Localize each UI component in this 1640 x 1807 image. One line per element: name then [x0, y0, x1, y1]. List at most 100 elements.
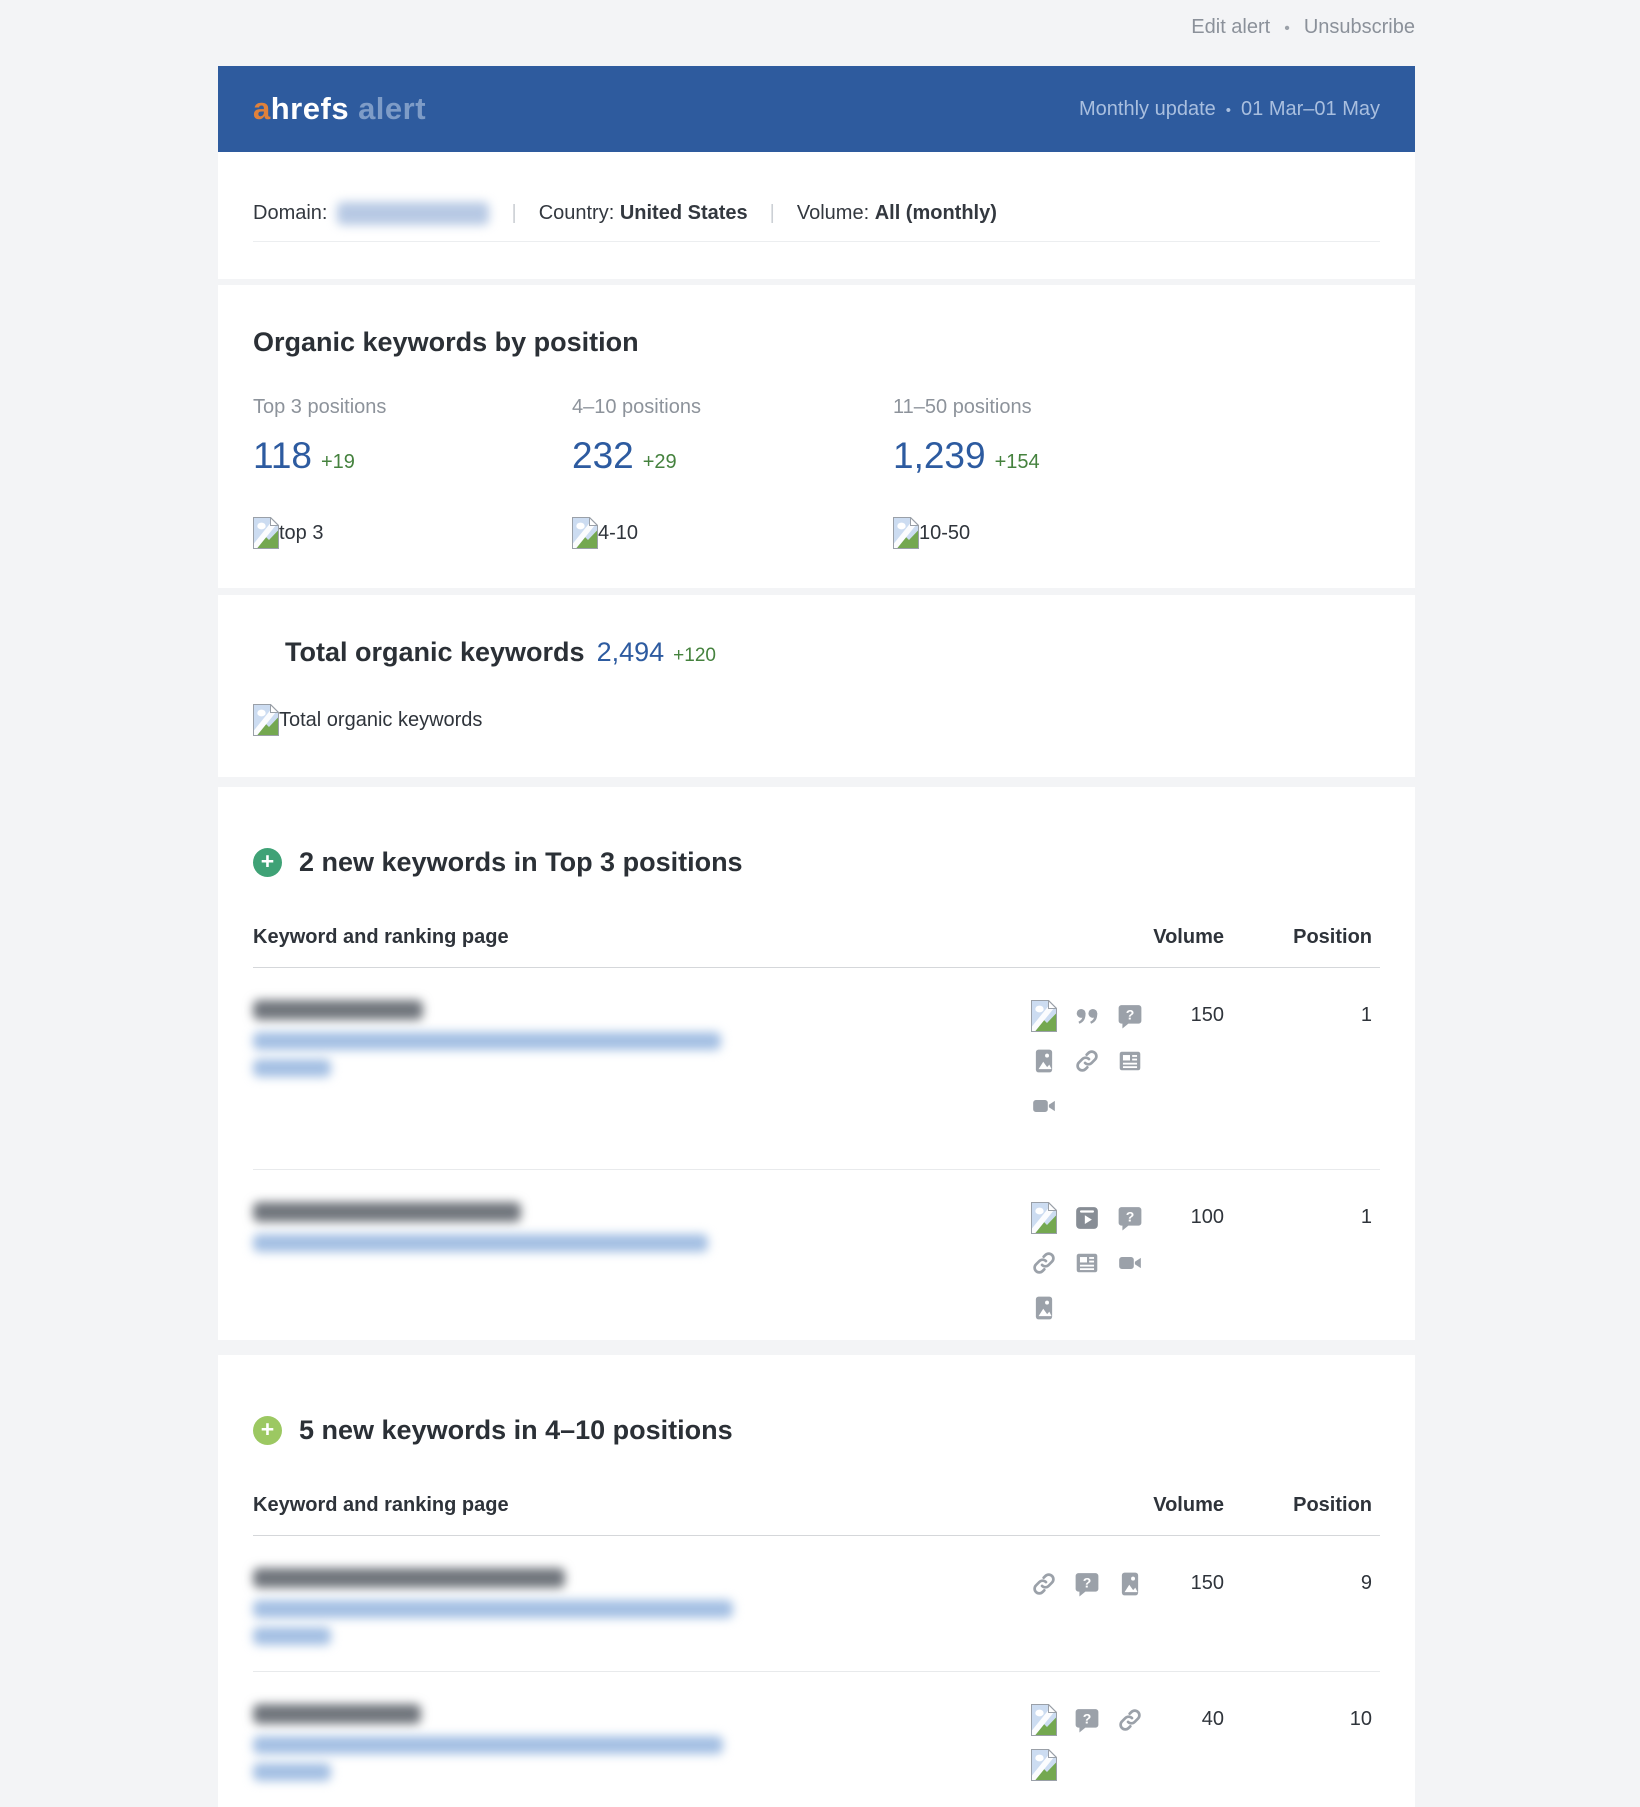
col-keyword: Keyword and ranking page [253, 926, 1030, 949]
volume-value: All (monthly) [875, 202, 997, 225]
question-bubble-icon: ? [1116, 1202, 1144, 1234]
report-period: Monthly update•01 Mar–01 May [1079, 98, 1380, 121]
redacted-domain [337, 202, 489, 225]
header-bar: ahrefs alert Monthly update•01 Mar–01 May [218, 66, 1415, 152]
position-value: 9 [1224, 1568, 1380, 1645]
plus-circle-icon: + [253, 1416, 282, 1445]
total-keywords-card: Total organic keywords2,494+120 Total or… [218, 595, 1415, 777]
section-heading: + 5 new keywords in 4–10 positions [253, 1355, 1380, 1446]
divider: | [511, 202, 516, 225]
redacted-ranking-url[interactable] [253, 1736, 723, 1754]
col-keyword: Keyword and ranking page [253, 1494, 1030, 1517]
stat-label: 4–10 positions [572, 396, 893, 419]
table-row: ? 150 9 [253, 1536, 1380, 1671]
stat-delta: +154 [995, 451, 1040, 473]
redacted-ranking-url[interactable] [253, 1234, 708, 1252]
missing-image-icon [1030, 1704, 1058, 1736]
volume-cell: ? 40 [1030, 1704, 1224, 1794]
broken-chart-total: Total organic keywords [253, 704, 1380, 736]
table-header: Keyword and ranking page Volume Position [253, 1494, 1380, 1536]
question-bubble-icon: ? [1073, 1568, 1101, 1600]
section-title: Organic keywords by position [253, 327, 1380, 358]
stat-label: Top 3 positions [253, 396, 572, 419]
section-heading: + 2 new keywords in Top 3 positions [253, 787, 1380, 878]
country-label: Country: [539, 202, 615, 225]
position-stats: Top 3 positions 118 +19 4–10 positions 23… [253, 396, 1380, 477]
table-row: ? 150 1 [253, 968, 1380, 1169]
svg-text:?: ? [1126, 1006, 1135, 1022]
redacted-ranking-url[interactable] [253, 1763, 331, 1781]
video-camera-icon [1030, 1090, 1058, 1122]
svg-text:?: ? [1126, 1208, 1135, 1224]
position-value: 1 [1224, 1000, 1380, 1135]
volume-label: Volume: [797, 202, 869, 225]
keyword-cell [253, 1000, 1030, 1135]
table-row: ? 100 1 [253, 1169, 1380, 1371]
question-bubble-icon: ? [1116, 1000, 1144, 1032]
volume-cell: ? 150 [1030, 1000, 1224, 1135]
missing-image-icon [1030, 1749, 1058, 1781]
broken-chart-4-10: 4-10 [572, 517, 893, 549]
volume-cell: ? 150 [1030, 1568, 1224, 1645]
serp-features: ? [1030, 1202, 1168, 1337]
total-title: Total organic keywords [285, 637, 585, 667]
image-icon [1030, 1292, 1058, 1324]
section-heading-text: 5 new keywords in 4–10 positions [299, 1415, 733, 1446]
serp-features: ? [1030, 1000, 1168, 1135]
stat-delta: +19 [321, 451, 355, 473]
redacted-keyword [253, 1704, 421, 1724]
volume-value: 150 [1191, 1000, 1224, 1030]
keyword-cell [253, 1704, 1030, 1794]
chart-alt-text: 4-10 [598, 522, 638, 545]
section-heading-text: 2 new keywords in Top 3 positions [299, 847, 743, 878]
video-box-icon [1073, 1202, 1101, 1234]
report-meta-row: Domain: | Country: United States | Volum… [253, 152, 1380, 242]
link-icon [1030, 1568, 1058, 1600]
redacted-ranking-url[interactable] [253, 1032, 721, 1050]
plus-circle-icon: + [253, 848, 282, 877]
volume-value: 150 [1191, 1568, 1224, 1598]
redacted-keyword [253, 1568, 565, 1588]
image-icon [1030, 1045, 1058, 1077]
logo-letter-a: a [253, 91, 271, 126]
email-actions: Edit alert•Unsubscribe [218, 16, 1415, 39]
logo-alert: alert [358, 91, 426, 126]
col-position: Position [1224, 926, 1380, 949]
missing-image-icon [1030, 1000, 1058, 1032]
position-value: 1 [1224, 1202, 1380, 1337]
image-icon [1116, 1568, 1144, 1600]
redacted-ranking-url[interactable] [253, 1627, 331, 1645]
domain-label: Domain: [253, 202, 327, 225]
table-row: ? 40 10 [253, 1671, 1380, 1807]
stat-delta: +29 [643, 451, 677, 473]
link-icon [1116, 1704, 1144, 1736]
email-page: Edit alert•Unsubscribe ahrefs alert Month… [0, 0, 1640, 1807]
broken-chart-10-50: 10-50 [893, 517, 1380, 549]
redacted-ranking-url[interactable] [253, 1059, 331, 1077]
video-camera-icon [1116, 1247, 1144, 1279]
top3-keywords-card: + 2 new keywords in Top 3 positions Keyw… [218, 787, 1415, 1340]
volume-cell: ? 100 [1030, 1202, 1224, 1337]
link-icon [1030, 1247, 1058, 1279]
keyword-cell [253, 1568, 1030, 1645]
volume-value: 40 [1202, 1704, 1224, 1734]
chart-alt-text: Total organic keywords [279, 709, 482, 732]
keyword-cell [253, 1202, 1030, 1337]
stat-label: 11–50 positions [893, 396, 1380, 419]
link-icon [1073, 1045, 1101, 1077]
edit-alert-link[interactable]: Edit alert [1191, 16, 1270, 38]
total-delta: +120 [673, 645, 716, 666]
stat-4-10: 4–10 positions 232+29 [572, 396, 893, 477]
quote-icon [1073, 1000, 1101, 1032]
col-position: Position [1224, 1494, 1380, 1517]
unsubscribe-link[interactable]: Unsubscribe [1304, 16, 1415, 38]
stat-11-50: 11–50 positions 1,239+154 [893, 396, 1380, 477]
stat-value: 118 [253, 435, 312, 476]
redacted-ranking-url[interactable] [253, 1600, 733, 1618]
missing-image-icon [572, 517, 598, 549]
update-type: Monthly update [1079, 98, 1216, 120]
redacted-keyword [253, 1000, 423, 1020]
report-meta-card: Domain: | Country: United States | Volum… [218, 152, 1415, 279]
logo-hrefs: hrefs [271, 91, 349, 126]
table-header: Keyword and ranking page Volume Position [253, 926, 1380, 968]
